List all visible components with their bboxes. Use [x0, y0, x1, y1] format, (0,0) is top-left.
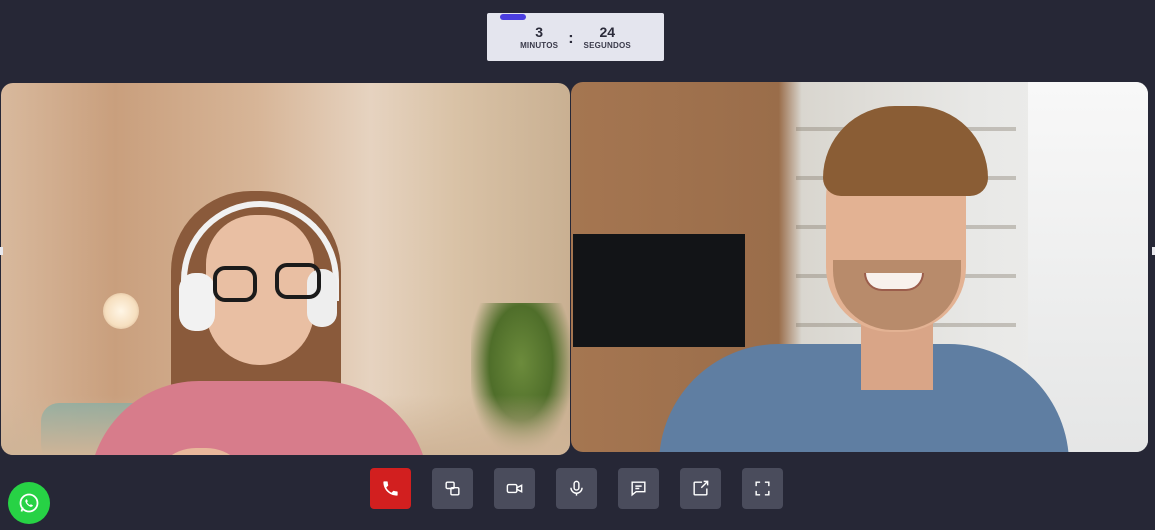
glasses-lens-left — [213, 266, 257, 302]
chat-icon — [631, 481, 646, 497]
switch-layout-button[interactable] — [432, 468, 473, 509]
microphone-toggle-button[interactable] — [556, 468, 597, 509]
hangup-button[interactable] — [370, 468, 411, 509]
fullscreen-icon — [755, 481, 770, 496]
background-tv — [573, 234, 745, 347]
video-camera-icon — [506, 483, 523, 494]
camera-toggle-button[interactable] — [494, 468, 535, 509]
video-tile-left[interactable] — [1, 83, 570, 455]
phone-hangup-icon — [383, 481, 398, 496]
call-timer: 3 MINUTOS : 24 SEGUNDOS — [487, 13, 664, 61]
timer-separator: : — [568, 30, 574, 47]
left-edge-handle[interactable] — [0, 247, 3, 255]
background-lamp — [103, 293, 139, 329]
call-controls-bar — [370, 468, 783, 509]
participant-smile — [864, 273, 924, 291]
minutes-value: 3 — [535, 24, 544, 40]
share-screen-button[interactable] — [680, 468, 721, 509]
seconds-label: SEGUNDOS — [583, 41, 631, 50]
timer-seconds: 24 SEGUNDOS — [584, 24, 631, 50]
headphone-earcup-left — [179, 273, 215, 331]
chat-button[interactable] — [618, 468, 659, 509]
timer-accent-bar — [500, 14, 526, 20]
seconds-value: 24 — [599, 24, 616, 40]
timer-minutes: 3 MINUTOS — [520, 24, 558, 50]
minutes-label: MINUTOS — [520, 41, 559, 50]
fullscreen-button[interactable] — [742, 468, 783, 509]
whatsapp-button[interactable] — [8, 482, 50, 524]
switch-layout-icon — [445, 481, 460, 496]
video-tile-right[interactable] — [571, 82, 1148, 452]
microphone-icon — [570, 480, 583, 496]
share-screen-icon — [693, 480, 709, 496]
glasses-lens-right — [275, 263, 321, 299]
whatsapp-icon — [19, 493, 39, 513]
